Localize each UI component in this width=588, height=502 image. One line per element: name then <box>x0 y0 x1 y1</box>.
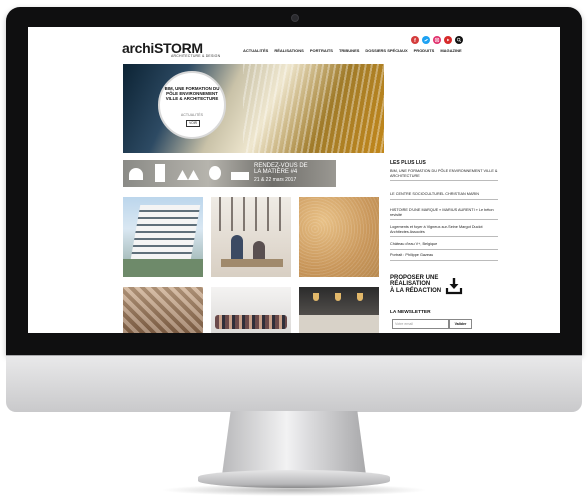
camera-icon <box>291 14 299 22</box>
nav-magazine[interactable]: MAGAZINE <box>440 48 461 53</box>
instagram-icon[interactable] <box>433 31 441 44</box>
thumb-cork-texture[interactable] <box>299 197 379 277</box>
most-read-item[interactable]: HISTOIRE D'UNE MARQUE « MARIUS AURENTI »… <box>390 208 498 221</box>
hero-title[interactable]: BIM, UNE FORMATION DU PÔLE ENVIRONNEMENT… <box>164 86 220 101</box>
hero-category: ACTUALITÉS <box>180 113 204 117</box>
banner-title: RENDEZ-VOUS DE LA MATIÈRE #4 <box>254 163 308 175</box>
most-read-item[interactable]: Portrait : Philippe Gazeau <box>390 253 498 261</box>
stand-shadow <box>160 484 428 496</box>
main-nav: ACTUALITÉS RÉALISATIONS PORTRAITS TRIBUN… <box>243 48 462 53</box>
thumb-facade[interactable] <box>123 287 203 333</box>
most-read-title: LES PLUS LUS <box>390 160 426 166</box>
nav-portraits[interactable]: PORTRAITS <box>310 48 333 53</box>
nav-realisations[interactable]: RÉALISATIONS <box>274 48 303 53</box>
newsletter-title: LA NEWSLETTER <box>390 310 431 315</box>
most-read-item[interactable]: LE CENTRE SOCIOCULTUREL CHRISTIAN MARIN <box>390 192 498 200</box>
propose-line3: À LA RÉDACTION <box>390 287 442 294</box>
propose-project-link[interactable]: PROPOSER UNE RÉALISATION À LA RÉDACTION <box>390 275 441 294</box>
download-icon[interactable] <box>445 277 463 295</box>
search-icon[interactable] <box>455 31 463 44</box>
most-read-item[interactable]: BIM, UNE FORMATION DU PÔLE ENVIRONNEMENT… <box>390 169 498 182</box>
banner-line2: LA MATIÈRE #4 <box>254 169 298 176</box>
thumb-kitchen[interactable] <box>299 287 379 333</box>
twitter-icon[interactable] <box>422 31 430 44</box>
browser-screen: archiSTORM ARCHITECTURE & DESIGN f ACTUA… <box>28 27 560 333</box>
thumb-housing-building[interactable] <box>123 197 203 277</box>
nav-dossiers-speciaux[interactable]: DOSSIERS SPÉCIAUX <box>365 48 407 53</box>
logo-tagline: ARCHITECTURE & DESIGN <box>171 54 221 58</box>
nav-produits[interactable]: PRODUITS <box>414 48 435 53</box>
newsletter-validate-button[interactable]: Valider <box>449 319 472 329</box>
monitor-stand <box>222 411 366 475</box>
facebook-icon[interactable]: f <box>411 31 419 44</box>
nav-tribunes[interactable]: TRIBUNES <box>339 48 359 53</box>
logo-part1: archi <box>122 40 154 56</box>
most-read-item[interactable]: Logements et foyer à Vigneux-sur-Seine M… <box>390 225 498 238</box>
hero-caption-circle <box>158 71 226 139</box>
youtube-icon[interactable] <box>444 31 452 44</box>
thumb-meeting-room[interactable] <box>211 197 291 277</box>
banner-date: 21 & 22 mars 2017 <box>254 177 297 183</box>
newsletter-email-input[interactable]: Votre email <box>392 319 449 329</box>
monitor-chin <box>6 355 582 412</box>
most-read-item[interactable]: Château d'eau V+, Belgique <box>390 242 498 250</box>
hero-voir-button[interactable]: VOIR <box>186 120 200 127</box>
thumb-conference[interactable] <box>211 287 291 333</box>
nav-actualites[interactable]: ACTUALITÉS <box>243 48 268 53</box>
